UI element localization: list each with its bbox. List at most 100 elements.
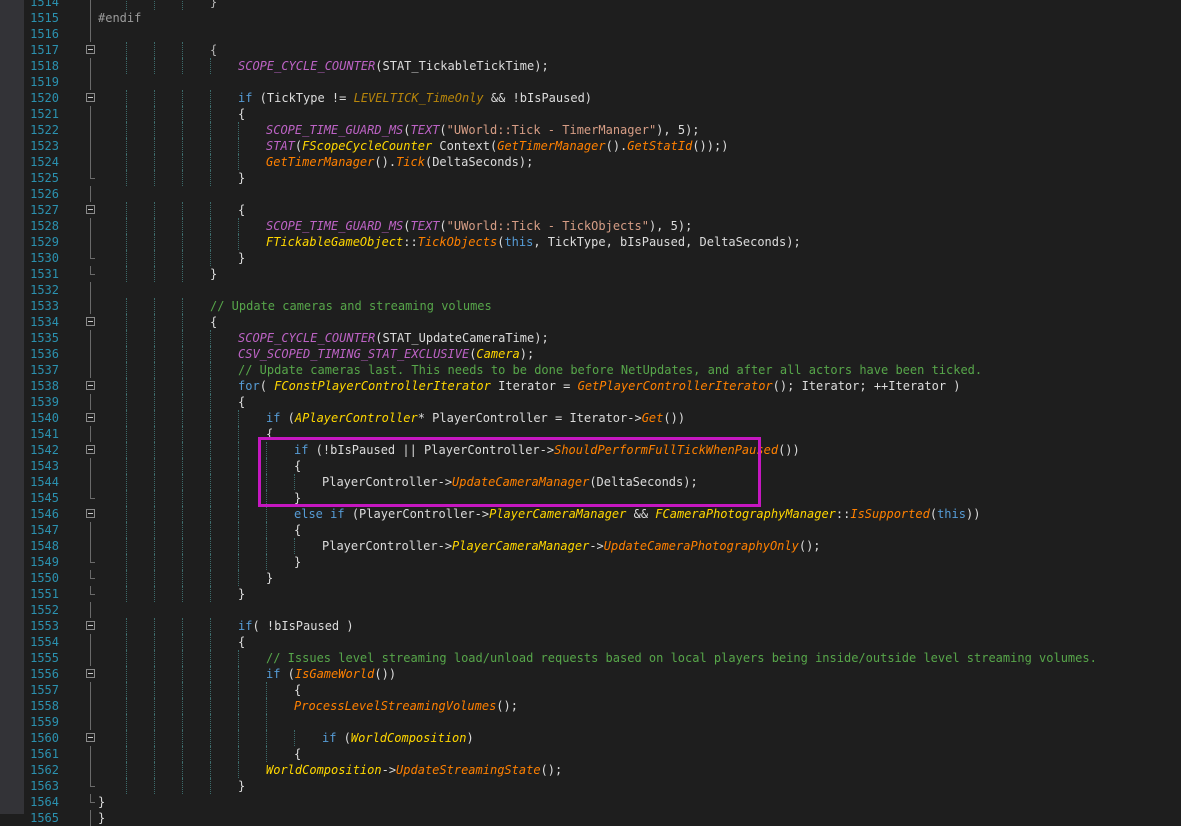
code-line[interactable]: 1532 [0, 282, 1181, 298]
indent-guide [154, 522, 155, 538]
indent-guide [126, 138, 127, 154]
line-number: 1526 [30, 187, 59, 201]
code-line[interactable]: 1515 #endif [0, 10, 1181, 26]
indent-guide [154, 330, 155, 346]
code-line[interactable]: 1539 { [0, 394, 1181, 410]
code-line[interactable]: 1529 FTickableGameObject::TickObjects(thi… [0, 234, 1181, 250]
code-line[interactable]: 1530} [0, 250, 1181, 266]
code-line[interactable]: 1544 PlayerController->UpdateCameraManage… [0, 474, 1181, 490]
code-token: )) [965, 507, 981, 521]
indent-guide [154, 106, 155, 122]
code-line[interactable]: 1537 // Update cameras last. This needs t… [0, 362, 1181, 378]
code-line[interactable]: 1524 GetTimerManager().Tick(DeltaSeconds)… [0, 154, 1181, 170]
code-line[interactable]: 1540 if (APlayerController* PlayerControl… [0, 410, 1181, 426]
code-token: LEVELTICK_TimeOnly [353, 91, 484, 105]
code-line[interactable]: 1562 WorldComposition->UpdateStreamingSta… [0, 762, 1181, 778]
code-line[interactable]: 1522 SCOPE_TIME_GUARD_MS(TEXT("UWorld::Ti… [0, 122, 1181, 138]
code-line[interactable]: 1542 if (!bIsPaused || PlayerController->… [0, 442, 1181, 458]
line-number: 1530 [30, 251, 59, 265]
code-line[interactable]: 1523 STAT(FScopeCycleCounter Context(GetT… [0, 138, 1181, 154]
indent-guide [182, 298, 183, 314]
code-text: } [238, 170, 245, 186]
code-line[interactable]: 1549} [0, 554, 1181, 570]
code-line[interactable]: 1558 ProcessLevelStreamingVolumes(); [0, 698, 1181, 714]
indent-guide [210, 554, 211, 570]
code-line[interactable]: 1546 else if (PlayerController->PlayerCam… [0, 506, 1181, 522]
indent-guide [238, 522, 239, 538]
code-line[interactable]: 1516 [0, 26, 1181, 42]
code-token: (). [374, 155, 397, 169]
collapse-toggle-icon[interactable] [86, 509, 95, 518]
collapse-toggle-icon[interactable] [86, 669, 95, 678]
code-token: ( [280, 411, 295, 425]
code-text: } [98, 810, 105, 826]
code-token: WorldComposition [350, 731, 467, 745]
code-line[interactable]: 1528 SCOPE_TIME_GUARD_MS(TEXT("UWorld::Ti… [0, 218, 1181, 234]
code-line[interactable]: 1552 [0, 602, 1181, 618]
code-text: { [294, 458, 301, 474]
code-line[interactable]: 1548 PlayerController->PlayerCameraManage… [0, 538, 1181, 554]
collapse-toggle-icon[interactable] [86, 733, 95, 742]
code-line[interactable]: 1536 CSV_SCOPED_TIMING_STAT_EXCLUSIVE(Cam… [0, 346, 1181, 362]
code-line[interactable]: 1517 { [0, 42, 1181, 58]
code-line[interactable]: 1525} [0, 170, 1181, 186]
code-line[interactable]: 1555 // Issues level streaming load/unloa… [0, 650, 1181, 666]
code-line[interactable]: 1561 { [0, 746, 1181, 762]
indent-guide [182, 538, 183, 554]
collapse-toggle-icon[interactable] [86, 621, 95, 630]
code-line[interactable]: 1520 if (TickType != LEVELTICK_TimeOnly &… [0, 90, 1181, 106]
code-line[interactable]: 1545} [0, 490, 1181, 506]
code-line[interactable]: 1526 [0, 186, 1181, 202]
code-line[interactable]: 1519 [0, 74, 1181, 90]
code-line[interactable]: 1543 { [0, 458, 1181, 474]
code-line[interactable]: 1556 if (IsGameWorld()) [0, 666, 1181, 682]
indent-guide [182, 474, 183, 490]
code-line[interactable]: 1565} [0, 810, 1181, 826]
code-line[interactable]: 1521 { [0, 106, 1181, 122]
code-line[interactable]: 1533 // Update cameras and streaming volu… [0, 298, 1181, 314]
indent-guide [210, 234, 211, 250]
collapse-toggle-icon[interactable] [86, 205, 95, 214]
collapse-toggle-icon[interactable] [86, 381, 95, 390]
code-line[interactable]: 1534 { [0, 314, 1181, 330]
code-text: { [238, 106, 245, 122]
code-line[interactable]: 1550} [0, 570, 1181, 586]
code-line[interactable]: 1531} [0, 266, 1181, 282]
collapse-toggle-icon[interactable] [86, 445, 95, 454]
code-line[interactable]: 1547 { [0, 522, 1181, 538]
code-line[interactable]: 1560 if (WorldComposition) [0, 730, 1181, 746]
indent-guide [238, 682, 239, 698]
indent-guide [154, 314, 155, 330]
collapse-toggle-icon[interactable] [86, 413, 95, 422]
code-line[interactable]: 1557 { [0, 682, 1181, 698]
line-number: 1558 [30, 699, 59, 713]
collapse-toggle-icon[interactable] [86, 317, 95, 326]
indent-guide [210, 394, 211, 410]
code-editor[interactable]: 1514} 1515 #endif 1516 1517{1518 SCOPE_CYCLE_… [0, 0, 1181, 826]
collapse-toggle-icon[interactable] [86, 93, 95, 102]
collapse-toggle-icon[interactable] [86, 45, 95, 54]
code-token: { [210, 43, 218, 57]
code-line[interactable]: 1559 [0, 714, 1181, 730]
code-line[interactable]: 1535 SCOPE_CYCLE_COUNTER(STAT_UpdateCamer… [0, 330, 1181, 346]
code-token: FCameraPhotographyManager [655, 507, 836, 521]
code-line[interactable]: 1527 { [0, 202, 1181, 218]
fold-line-marker [90, 218, 91, 234]
indent-guide [238, 762, 239, 778]
line-number: 1525 [30, 171, 59, 185]
indent-guide [154, 218, 155, 234]
code-line[interactable]: 1564} [0, 794, 1181, 810]
indent-guide [154, 298, 155, 314]
indent-guide [238, 234, 239, 250]
code-line[interactable]: 1514} [0, 0, 1181, 10]
indent-guide [154, 154, 155, 170]
code-line[interactable]: 1538 for( FConstPlayerControllerIterator … [0, 378, 1181, 394]
code-line[interactable]: 1541 { [0, 426, 1181, 442]
code-line[interactable]: 1518 SCOPE_CYCLE_COUNTER(STAT_TickableTic… [0, 58, 1181, 74]
fold-line-marker [90, 362, 91, 378]
indent-guide [126, 218, 127, 234]
code-line[interactable]: 1554 { [0, 634, 1181, 650]
code-line[interactable]: 1563} [0, 778, 1181, 794]
code-line[interactable]: 1553 if( !bIsPaused ) [0, 618, 1181, 634]
code-line[interactable]: 1551} [0, 586, 1181, 602]
